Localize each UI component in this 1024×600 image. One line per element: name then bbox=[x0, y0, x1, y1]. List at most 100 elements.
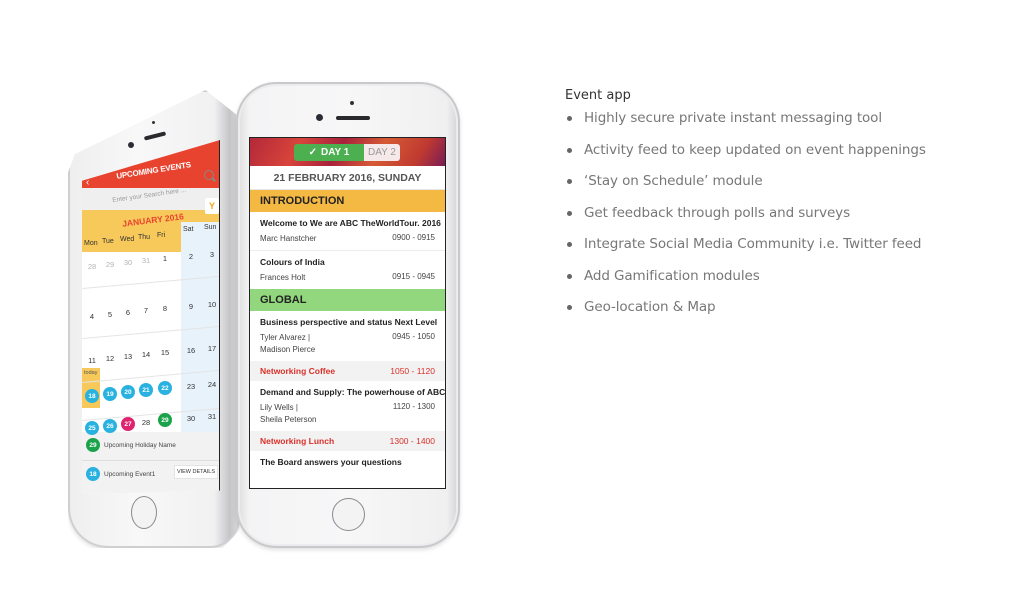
calendar-day[interactable]: 28 bbox=[138, 418, 154, 427]
calendar-day[interactable]: 3 bbox=[204, 250, 219, 259]
session-title: Welcome to We are ABC TheWorldTour. 2016 bbox=[260, 218, 441, 228]
view-details-button[interactable]: VIEW DETAILS bbox=[174, 465, 218, 479]
speaker-1: Tyler Alvarez | bbox=[260, 333, 311, 342]
calendar-day[interactable]: 29 bbox=[102, 260, 118, 269]
weekday-label: Mon bbox=[84, 240, 98, 247]
session-speakers: Lily Wells | Sheila Peterson bbox=[260, 402, 316, 426]
bullet-icon bbox=[567, 147, 572, 153]
speaker-2: Madison Pierce bbox=[260, 345, 316, 354]
calendar-day-badge[interactable]: 29 bbox=[158, 413, 172, 427]
tab-day-1[interactable]: ✓ DAY 1 bbox=[294, 144, 364, 161]
bullet-icon bbox=[567, 210, 572, 216]
filter-glyph: Y bbox=[208, 201, 215, 211]
divider bbox=[82, 460, 219, 461]
back-icon[interactable]: ‹ bbox=[86, 177, 89, 188]
feature-title: Event app bbox=[565, 88, 631, 103]
calendar-day[interactable]: 1 bbox=[157, 254, 173, 263]
feature-text: Highly secure private instant messaging … bbox=[584, 110, 882, 126]
tab-day-2[interactable]: DAY 2 bbox=[364, 144, 400, 161]
speaker-2: Sheila Peterson bbox=[260, 415, 317, 424]
calendar-day[interactable]: 9 bbox=[183, 302, 199, 311]
feature-text: Integrate Social Media Community i.e. Tw… bbox=[584, 236, 922, 252]
feature-item: Geo-location & Map bbox=[565, 299, 926, 331]
break-time: 1050 - 1120 bbox=[390, 366, 435, 376]
session-title: Business perspective and status Next Lev… bbox=[260, 317, 438, 327]
calendar-day[interactable]: 4 bbox=[84, 312, 100, 321]
session-time: 0945 - 1050 bbox=[392, 332, 435, 341]
phone-right-frame: ✓ DAY 1 DAY 2 21 FEBRUARY 2016, SUNDAY I… bbox=[236, 82, 460, 548]
section-global: GLOBAL bbox=[250, 289, 445, 311]
weekday-label: Sun bbox=[204, 224, 217, 231]
break-item[interactable]: Networking Lunch 1300 - 1400 bbox=[250, 431, 445, 451]
feature-text: Add Gamification modules bbox=[584, 267, 760, 284]
calendar-day[interactable]: 15 bbox=[157, 348, 173, 357]
calendar-day[interactable]: 31 bbox=[138, 256, 154, 265]
calendar-day[interactable]: 6 bbox=[120, 308, 136, 317]
earpiece-speaker bbox=[336, 116, 370, 120]
feature-item: ‘Stay on Schedule’ module bbox=[565, 173, 926, 205]
home-button[interactable] bbox=[332, 498, 365, 531]
calendar-day-badge[interactable]: 21 bbox=[139, 383, 153, 397]
session-time: 0900 - 0915 bbox=[392, 233, 435, 242]
session-item[interactable]: Business perspective and status Next Lev… bbox=[250, 311, 445, 361]
calendar-day[interactable]: 7 bbox=[138, 306, 154, 315]
session-item[interactable]: The Board answers your questions bbox=[250, 451, 445, 472]
schedule-screen: ✓ DAY 1 DAY 2 21 FEBRUARY 2016, SUNDAY I… bbox=[249, 137, 446, 489]
calendar-day[interactable]: 28 bbox=[84, 262, 100, 271]
bullet-icon bbox=[567, 305, 572, 310]
calendar-day[interactable]: 10 bbox=[204, 300, 219, 309]
calendar-day[interactable]: 14 bbox=[138, 350, 154, 359]
calendar-day[interactable]: 12 bbox=[102, 354, 118, 363]
calendar-day-badge[interactable]: 20 bbox=[121, 385, 135, 399]
proximity-sensor bbox=[152, 121, 155, 124]
calendar-day[interactable]: 17 bbox=[204, 344, 219, 353]
bullet-icon bbox=[567, 273, 572, 279]
feature-text: Geo-location & Map bbox=[584, 299, 716, 315]
session-item[interactable]: Colours of India Frances Holt 0915 - 094… bbox=[250, 251, 445, 289]
calendar-day[interactable]: 30 bbox=[183, 414, 199, 423]
session-item[interactable]: Demand and Supply: The powerhouse of ABC… bbox=[250, 381, 445, 431]
calendar-day[interactable]: 5 bbox=[102, 310, 118, 319]
calendar-day-badge[interactable]: 19 bbox=[103, 387, 117, 401]
session-time: 0915 - 0945 bbox=[392, 272, 435, 281]
weekday-label: Thu bbox=[138, 234, 151, 241]
session-time: 1120 - 1300 bbox=[392, 402, 435, 411]
weekday-label: Fri bbox=[157, 232, 166, 239]
calendar-day-badge[interactable]: 26 bbox=[103, 419, 117, 433]
feature-item: Highly secure private instant messaging … bbox=[565, 110, 926, 142]
upcoming-holiday-label[interactable]: Upcoming Holiday Name bbox=[104, 442, 176, 449]
schedule-date: 21 FEBRUARY 2016, SUNDAY bbox=[250, 166, 445, 190]
calendar-day[interactable]: 2 bbox=[183, 252, 199, 261]
calendar-day-badge[interactable]: 18 bbox=[85, 389, 99, 403]
home-button[interactable] bbox=[131, 496, 157, 529]
feature-panel: Event app Highly secure private instant … bbox=[565, 88, 926, 331]
session-title: The Board answers your questions bbox=[260, 457, 402, 467]
break-title: Networking Lunch bbox=[260, 436, 335, 446]
check-icon: ✓ bbox=[308, 147, 318, 158]
section-introduction: INTRODUCTION bbox=[250, 190, 445, 212]
filter-icon[interactable]: Y bbox=[205, 198, 219, 214]
calendar-day-badge[interactable]: 27 bbox=[121, 417, 135, 431]
session-speaker: Marc Hanstcher bbox=[260, 234, 317, 243]
holiday-date-badge: 29 bbox=[86, 438, 100, 452]
calendar-day[interactable]: 13 bbox=[120, 352, 136, 361]
calendar-day[interactable]: 31 bbox=[204, 412, 219, 421]
calendar-day[interactable]: 24 bbox=[204, 380, 219, 389]
tab-day-1-label: DAY 1 bbox=[321, 147, 350, 158]
break-item[interactable]: Networking Coffee 1050 - 1120 bbox=[250, 361, 445, 381]
search-icon[interactable] bbox=[204, 170, 214, 180]
calendar-day-badge[interactable]: 25 bbox=[85, 421, 99, 435]
calendar-day[interactable]: 11 bbox=[84, 356, 100, 365]
session-speakers: Tyler Alvarez | Madison Pierce bbox=[260, 332, 315, 356]
feature-item: Add Gamification modules bbox=[565, 268, 926, 300]
calendar-day[interactable]: 16 bbox=[183, 346, 199, 355]
upcoming-event-label[interactable]: Upcoming Event1 bbox=[104, 471, 155, 478]
speaker-1: Lily Wells | bbox=[260, 403, 298, 412]
session-item[interactable]: Welcome to We are ABC TheWorldTour. 2016… bbox=[250, 212, 445, 251]
calendar-day-badge[interactable]: 22 bbox=[158, 381, 172, 395]
calendar-day[interactable]: 8 bbox=[157, 304, 173, 313]
feature-item: Get feedback through polls and surveys bbox=[565, 205, 926, 237]
calendar-screen: ‹ UPCOMING EVENTS Enter your Search here… bbox=[82, 140, 220, 494]
calendar-day[interactable]: 23 bbox=[183, 382, 199, 391]
calendar-day[interactable]: 30 bbox=[120, 258, 136, 267]
